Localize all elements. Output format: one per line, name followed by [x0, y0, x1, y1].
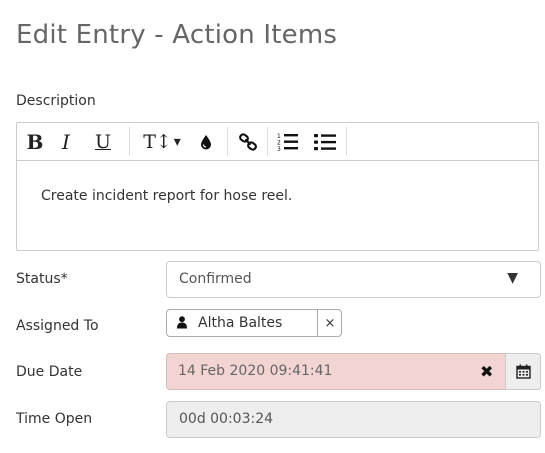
assigned-to-label: Assigned To	[16, 318, 99, 334]
chevron-down-icon: ▼	[507, 270, 518, 286]
svg-text:3: 3	[277, 146, 281, 152]
calendar-icon	[515, 364, 531, 379]
italic-button[interactable]: I	[56, 128, 76, 155]
calendar-button[interactable]	[505, 353, 541, 390]
remove-assignee-button[interactable]: ×	[317, 310, 342, 336]
status-select[interactable]: Confirmed ▼	[166, 261, 541, 298]
assignee-tag[interactable]: Altha Baltes ×	[166, 309, 342, 337]
font-size-button[interactable]: T↕ ▾	[141, 128, 183, 155]
ordered-list-icon: 1 2 3	[277, 133, 298, 152]
clear-date-button[interactable]: ✖	[480, 362, 493, 381]
user-icon	[177, 316, 187, 333]
toolbar-divider	[346, 127, 347, 156]
link-icon	[239, 132, 257, 151]
toolbar-divider	[227, 127, 228, 156]
font-size-caret: ▾	[173, 133, 181, 150]
text-color-button[interactable]	[196, 128, 216, 155]
toolbar-divider	[267, 127, 268, 156]
time-open-label: Time Open	[16, 411, 93, 427]
due-date-value: 14 Feb 2020 09:41:41	[178, 363, 333, 379]
font-size-label: T↕	[143, 130, 172, 153]
description-label: Description	[16, 93, 96, 109]
time-open-value: 00d 00:03:24	[179, 411, 274, 427]
time-open-field: 00d 00:03:24	[166, 401, 541, 438]
link-button[interactable]	[236, 128, 260, 155]
unordered-list-button[interactable]	[312, 128, 338, 155]
underline-button[interactable]: U	[91, 128, 115, 155]
status-label: Status*	[16, 271, 68, 287]
toolbar-divider	[129, 127, 130, 156]
tint-icon	[201, 134, 211, 149]
due-date-label: Due Date	[16, 364, 83, 380]
due-date-input[interactable]: 14 Feb 2020 09:41:41 ✖	[166, 353, 541, 390]
status-value: Confirmed	[179, 271, 252, 287]
editor-toolbar: B I U T↕ ▾ 1 2 3	[17, 123, 538, 161]
bold-button[interactable]: B	[23, 128, 47, 155]
description-editor[interactable]: B I U T↕ ▾ 1 2 3 Create incident report …	[16, 122, 539, 251]
unordered-list-icon	[314, 133, 336, 150]
assignee-name: Altha Baltes	[198, 315, 283, 331]
description-content[interactable]: Create incident report for hose reel.	[41, 188, 292, 204]
page-title: Edit Entry - Action Items	[16, 20, 338, 50]
ordered-list-button[interactable]: 1 2 3	[276, 128, 300, 155]
